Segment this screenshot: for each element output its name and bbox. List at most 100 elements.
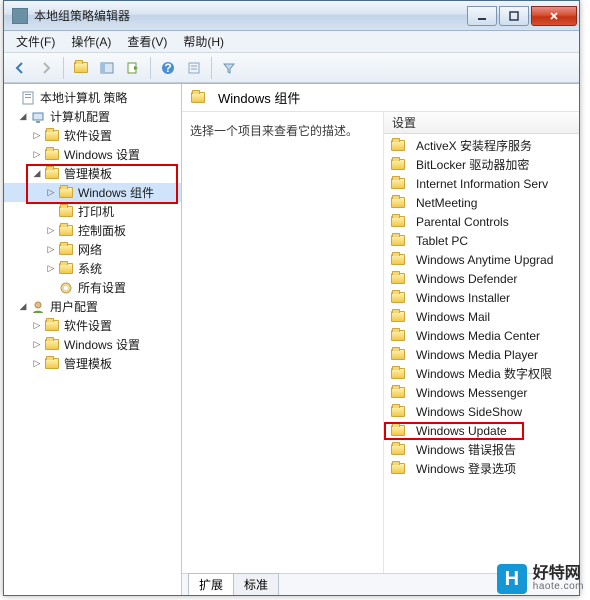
svg-text:?: ? [164,61,171,75]
menu-action[interactable]: 操作(A) [63,31,119,52]
tree-software-settings-2[interactable]: ▷软件设置 [4,316,181,335]
filter-button[interactable] [217,56,241,80]
folder-icon [390,139,406,153]
folder-icon [390,386,406,400]
tree-user-config[interactable]: ◢用户配置 [4,297,181,316]
help-button[interactable]: ? [156,56,180,80]
folder-icon [45,130,59,141]
path-title: Windows 组件 [218,88,300,107]
list-item[interactable]: Windows Media Center [384,326,579,345]
up-button[interactable] [69,56,93,80]
folder-icon [390,215,406,229]
list-item[interactable]: Windows Defender [384,269,579,288]
details-pane: Windows 组件 选择一个项目来查看它的描述。 设置 ActiveX 安装程… [182,84,579,595]
tree-computer-config[interactable]: ◢ 计算机配置 [4,107,181,126]
minimize-button[interactable] [467,6,497,26]
list-item[interactable]: Windows Messenger [384,383,579,402]
menu-view[interactable]: 查看(V) [119,31,175,52]
folder-icon [390,196,406,210]
expand-icon[interactable]: ▷ [44,225,58,236]
list-item[interactable]: Internet Information Serv [384,174,579,193]
folder-icon [45,358,59,369]
list-item[interactable]: BitLocker 驱动器加密 [384,155,579,174]
collapse-icon[interactable]: ◢ [16,301,30,312]
list-item[interactable]: NetMeeting [384,193,579,212]
list-item[interactable]: Windows SideShow [384,402,579,421]
tree-printers[interactable]: 打印机 [4,202,181,221]
folder-icon [390,177,406,191]
tree-windows-settings-2[interactable]: ▷Windows 设置 [4,335,181,354]
column-header-settings[interactable]: 设置 [384,112,579,134]
list-item[interactable]: Parental Controls [384,212,579,231]
tree-system[interactable]: ▷系统 [4,259,181,278]
tree-admin-templates[interactable]: ◢管理模板 [4,164,181,183]
list-item-label: Windows Mail [416,310,490,324]
expand-icon[interactable]: ▷ [44,244,58,255]
list-item[interactable]: ActiveX 安装程序服务 [384,136,579,155]
maximize-button[interactable] [499,6,529,26]
list-item-label: Windows 登录选项 [416,460,516,477]
watermark-text-en: haote.com [533,582,584,592]
list-item[interactable]: Windows Media Player [384,345,579,364]
expand-icon[interactable]: ▷ [30,320,44,331]
folder-icon [191,92,205,103]
folder-icon [390,329,406,343]
tree-all-settings[interactable]: 所有设置 [4,278,181,297]
collapse-icon[interactable]: ◢ [16,111,30,122]
client-area: 本地计算机 策略 ◢ 计算机配置 ▷软件设置 [4,83,579,595]
folder-icon [59,187,73,198]
group-policy-editor-window: 本地组策略编辑器 文件(F) 操作(A) 查看(V) 帮助(H) ? [3,0,580,596]
tab-standard[interactable]: 标准 [233,573,279,595]
list-item[interactable]: Windows 错误报告 [384,440,579,459]
expand-icon[interactable]: ▷ [30,149,44,160]
expand-icon[interactable]: ▷ [44,187,58,198]
properties-button[interactable] [182,56,206,80]
expand-icon[interactable]: ▷ [30,339,44,350]
folder-icon [390,443,406,457]
menu-file[interactable]: 文件(F) [8,31,63,52]
expand-icon[interactable]: ▷ [30,358,44,369]
settings-list-pane: 设置 ActiveX 安装程序服务 BitLocker 驱动器加密Internet… [384,112,579,573]
back-button[interactable] [8,56,32,80]
list-item-label: BitLocker 驱动器加密 [416,156,529,173]
folder-icon [45,339,59,350]
folder-icon [390,234,406,248]
folder-icon [390,253,406,267]
list-item[interactable]: Tablet PC [384,231,579,250]
expand-icon[interactable]: ▷ [44,263,58,274]
title-bar[interactable]: 本地组策略编辑器 [4,1,579,31]
tree-pane[interactable]: 本地计算机 策略 ◢ 计算机配置 ▷软件设置 [4,84,182,595]
list-item[interactable]: Windows Update [384,421,579,440]
tree-network[interactable]: ▷网络 [4,240,181,259]
tab-extended[interactable]: 扩展 [188,573,234,595]
close-button[interactable] [531,6,577,26]
menu-help[interactable]: 帮助(H) [175,31,232,52]
tree-software-settings[interactable]: ▷软件设置 [4,126,181,145]
list-item-label: Windows SideShow [416,405,522,419]
folder-icon [59,206,73,217]
tree-windows-settings[interactable]: ▷Windows 设置 [4,145,181,164]
forward-button[interactable] [34,56,58,80]
tree-admin-templates-2[interactable]: ▷管理模板 [4,354,181,373]
list-item-label: Windows Update [416,424,507,438]
expand-icon[interactable]: ▷ [30,130,44,141]
list-item-label: ActiveX 安装程序服务 [416,137,532,154]
tree-windows-components[interactable]: ▷Windows 组件 [4,183,181,202]
folder-icon [45,320,59,331]
tree-control-panel[interactable]: ▷控制面板 [4,221,181,240]
export-button[interactable] [121,56,145,80]
user-icon [30,300,46,314]
tree-root[interactable]: 本地计算机 策略 [4,88,181,107]
show-hide-tree-button[interactable] [95,56,119,80]
list-item[interactable]: Windows Mail [384,307,579,326]
list-item[interactable]: Windows Media 数字权限 [384,364,579,383]
folder-icon [390,424,406,438]
settings-list[interactable]: ActiveX 安装程序服务 BitLocker 驱动器加密Internet In… [384,134,579,573]
folder-icon [74,62,88,73]
collapse-icon[interactable]: ◢ [30,168,44,179]
list-item[interactable]: Windows 登录选项 [384,459,579,478]
folder-icon [59,244,73,255]
list-item[interactable]: Windows Installer [384,288,579,307]
list-item-label: Windows Media 数字权限 [416,365,552,382]
list-item[interactable]: Windows Anytime Upgrad [384,250,579,269]
